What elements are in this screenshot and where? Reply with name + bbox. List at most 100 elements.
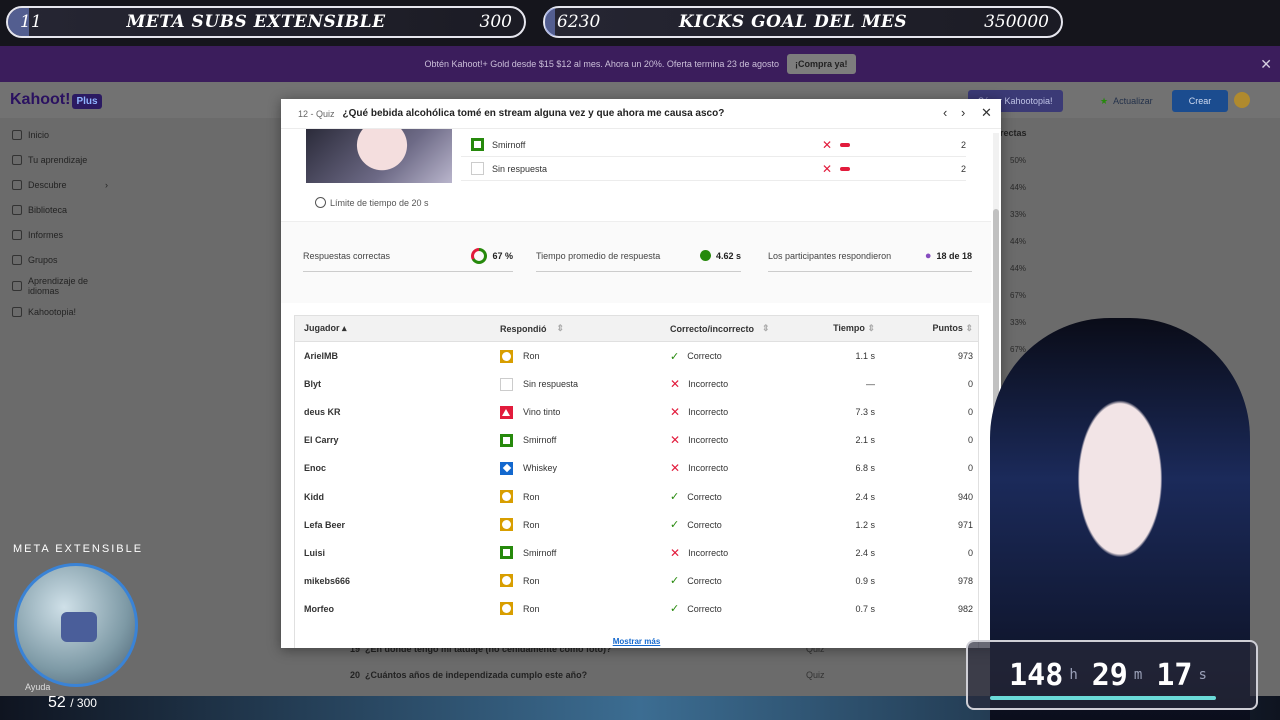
sidebar-item-informes[interactable]: Informes (0, 222, 120, 247)
bg-pct: 44% (1010, 183, 1027, 192)
question-title: ¿Qué bebida alcohólica tomé en stream al… (342, 108, 725, 119)
character-face (342, 129, 422, 183)
sidebar-item-biblioteca[interactable]: Biblioteca (0, 197, 120, 222)
sidebar-item-inicio[interactable]: Inicio (0, 122, 120, 147)
stat-correct-value: 67 % (492, 250, 513, 261)
stat-avg-label: Tiempo promedio de respuesta (536, 250, 661, 261)
player-points: 973 (957, 351, 973, 362)
plus-badge: Plus (72, 94, 102, 109)
sidebar-item-label: Tu aprendizaje (28, 154, 88, 165)
table-row: Lefa Beer Ron ✓ Correcto 1.2 s 971 (295, 511, 978, 539)
answer-row: Smirnoff ✕ 2 (461, 133, 966, 157)
sidebar-item-grupos[interactable]: Grupos (0, 247, 120, 272)
player-points: 978 (957, 575, 973, 586)
header-respondio[interactable]: Respondió ⇕ (500, 323, 670, 334)
kicks-goal-fill (545, 8, 556, 36)
player-points: 0 (967, 435, 973, 446)
chevron-left-icon[interactable]: ‹ (943, 105, 947, 120)
meta-count-total: / 300 (70, 696, 97, 710)
meta-count: 52 / 300 (48, 694, 97, 712)
sidebar-item-label: Descubre (28, 179, 67, 190)
close-icon[interactable]: ✕ (981, 105, 992, 121)
kahoot-logo[interactable]: Kahoot! Plus (10, 91, 102, 109)
check-icon: ✓ (670, 350, 680, 363)
player-points: 982 (957, 603, 973, 614)
bg-question-row[interactable]: 20 ¿Cuántos años de independizada cumplo… (350, 670, 587, 680)
home-icon (12, 129, 22, 140)
kicks-goal-target: 350000 (984, 12, 1049, 32)
logo-text: Kahoot! (10, 91, 71, 108)
player-time: 2.4 s (855, 547, 875, 558)
create-button[interactable]: Crear (1172, 90, 1228, 112)
stat-avg-time: Tiempo promedio de respuesta 4.62 s (536, 240, 741, 272)
player-result: ✓ Correcto (670, 350, 810, 363)
cross-icon: ✕ (821, 137, 832, 152)
close-icon[interactable]: ✕ (1260, 56, 1272, 73)
bg-pct: 33% (1010, 210, 1027, 219)
chevron-right-icon[interactable]: › (961, 105, 965, 120)
show-more-link[interactable]: Mostrar más (295, 637, 978, 646)
table-row: Luisi Smirnoff ✕ Incorrecto 2.4 s 0 (295, 539, 978, 567)
player-name: ArielMB (304, 351, 339, 362)
question-image (306, 129, 452, 183)
answer-bar (840, 166, 850, 171)
stat-avg-value: 4.62 s (715, 250, 741, 261)
kahootopia-icon (12, 306, 22, 317)
player-result: ✓ Correcto (670, 490, 810, 503)
player-name: Enoc (304, 463, 327, 474)
question-report-modal: 12 - Quiz ¿Qué bebida alcohólica tomé en… (281, 99, 1001, 648)
bg-pct: 67% (1010, 345, 1027, 354)
promo-buy-button[interactable]: ¡Compra ya! (786, 54, 856, 74)
question-number: 12 - Quiz (298, 108, 335, 119)
compass-icon (12, 179, 22, 190)
player-points: 0 (967, 463, 973, 474)
timer-minutes: 29 (1091, 657, 1128, 693)
cross-icon: ✕ (821, 161, 832, 176)
triangle-shape-icon (500, 405, 513, 419)
player-name: mikebs666 (304, 575, 351, 586)
promo-text: Obtén Kahoot!+ Gold desde $15 $12 al mes… (424, 59, 779, 69)
stat-correct-label: Respuestas correctas (303, 250, 391, 261)
cross-icon: ✕ (670, 405, 681, 420)
bg-pct: 44% (1010, 237, 1027, 246)
sidebar-item-idiomas[interactable]: Aprendizaje de idiomas (0, 272, 120, 299)
player-time: 7.3 s (855, 407, 875, 418)
person-icon: ● (924, 249, 932, 262)
player-result: ✓ Correcto (670, 518, 810, 531)
header-correcto[interactable]: Correcto/incorrecto ⇕ (670, 323, 810, 334)
header-tiempo[interactable]: Tiempo ⇕ (810, 323, 875, 334)
stream-overlay-top: 11 META SUBS EXTENSIBLE 300 6230 KICKS G… (0, 0, 1280, 46)
groups-icon (12, 254, 22, 265)
player-time: 1.2 s (855, 519, 875, 530)
header-puntos[interactable]: Puntos ⇕ (875, 323, 977, 334)
sidebar-item-label: Informes (28, 229, 64, 240)
sidebar-item-descubre[interactable]: Descubre › (0, 172, 120, 197)
table-row: ArielMB Ron ✓ Correcto 1.1 s 973 (295, 342, 978, 370)
sidebar-item-label: Kahootopia! (28, 306, 77, 317)
header-label: Jugador (304, 323, 340, 333)
sidebar-item-aprendizaje[interactable]: Tu aprendizaje (0, 147, 120, 172)
cross-icon: ✕ (670, 545, 681, 560)
result-text: Correcto (687, 491, 722, 502)
subs-goal-title: META SUBS EXTENSIBLE (126, 12, 386, 32)
answer-text: Smirnoff (523, 435, 557, 446)
subs-goal-target: 300 (479, 12, 512, 32)
sidebar-item-kahootopia[interactable]: Kahootopia! (0, 299, 120, 324)
reports-icon (12, 229, 22, 240)
meta-orb (14, 563, 138, 687)
update-button[interactable]: ★ Actualizar (1090, 90, 1163, 112)
result-text: Incorrecto (688, 435, 729, 446)
table-row: El Carry Smirnoff ✕ Incorrecto 2.1 s 0 (295, 426, 978, 454)
avatar[interactable] (1234, 92, 1250, 108)
player-points: 0 (967, 407, 973, 418)
player-result: ✓ Correcto (670, 574, 810, 587)
player-answer: Sin respuesta (500, 377, 670, 391)
time-limit-text: Límite de tiempo de 20 s (330, 197, 429, 208)
answer-text: Ron (523, 603, 540, 614)
circle-shape-icon (500, 602, 513, 616)
answer-count: 2 (960, 163, 966, 174)
circle-shape-icon (500, 574, 513, 588)
header-label: Tiempo (833, 323, 865, 333)
header-jugador[interactable]: Jugador ▴ (295, 323, 500, 334)
player-time: — (866, 379, 875, 390)
